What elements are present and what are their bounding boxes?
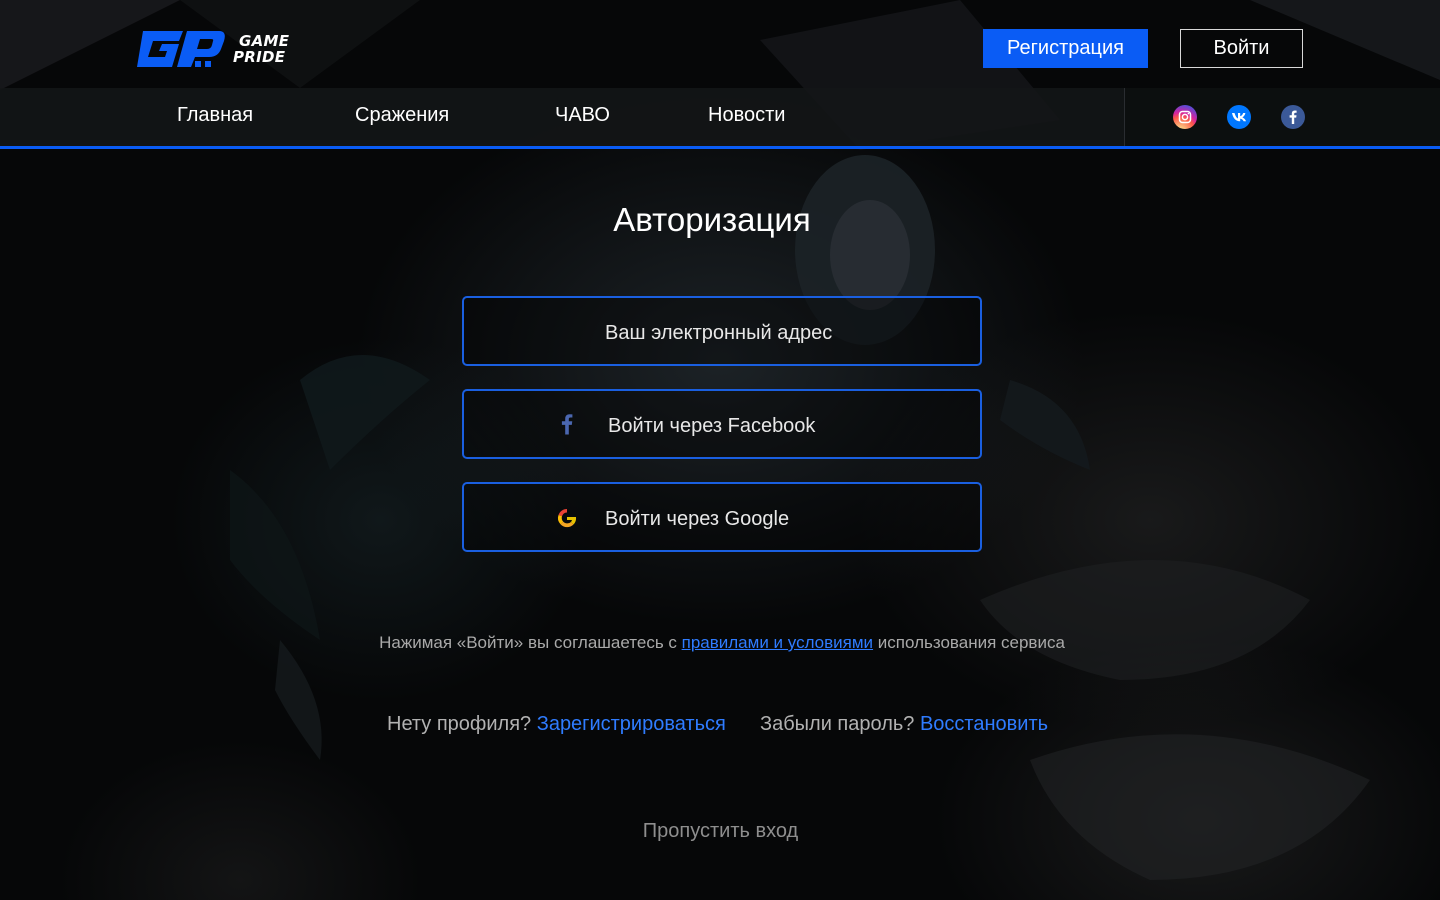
nav-item-home[interactable]: Главная	[177, 104, 253, 127]
terms-notice: Нажимая «Войти» вы соглашаетесь с правил…	[0, 633, 1440, 653]
facebook-login-button[interactable]: Войти через Facebook	[462, 389, 982, 459]
facebook-login-label: Войти через Facebook	[608, 415, 816, 437]
forgot-password-text: Забыли пароль?	[760, 713, 920, 735]
logo-text-pride: PRIDE	[233, 48, 286, 66]
google-icon	[556, 507, 578, 535]
social-links	[1124, 88, 1440, 146]
facebook-icon	[561, 413, 573, 441]
terms-text-before: Нажимая «Войти» вы соглашаетесь с	[379, 633, 682, 652]
email-field[interactable]: Ваш электронный адрес	[462, 296, 982, 366]
register-prompt: Нету профиля? Зарегистрироваться	[387, 713, 726, 736]
register-button[interactable]: Регистрация	[983, 29, 1148, 68]
google-login-button[interactable]: Войти через Google	[462, 482, 982, 552]
skip-login-link[interactable]: Пропустить вход	[0, 820, 1440, 843]
nav-item-faq[interactable]: ЧАВО	[555, 104, 610, 127]
forgot-password-prompt: Забыли пароль? Восстановить	[760, 713, 1048, 736]
google-login-label: Войти через Google	[605, 508, 790, 530]
main-nav: Главная Сражения ЧАВО Новости	[0, 88, 1440, 149]
facebook-icon[interactable]	[1281, 105, 1305, 129]
instagram-icon[interactable]	[1173, 105, 1197, 129]
email-field-placeholder: Ваш электронный адрес	[605, 322, 833, 344]
terms-link[interactable]: правилами и условиями	[682, 633, 873, 652]
nav-item-battles[interactable]: Сражения	[355, 104, 449, 127]
restore-password-link[interactable]: Восстановить	[920, 713, 1048, 735]
terms-text-after: использования сервиса	[873, 633, 1065, 652]
no-profile-text: Нету профиля?	[387, 713, 537, 735]
login-button[interactable]: Войти	[1180, 29, 1303, 68]
register-link[interactable]: Зарегистрироваться	[537, 713, 726, 735]
logo-text-game: GAME	[239, 32, 290, 50]
page: GAME PRIDE Регистрация Войти Главная Сра…	[0, 0, 1440, 900]
vk-icon[interactable]	[1227, 105, 1251, 129]
nav-item-news[interactable]: Новости	[708, 104, 785, 127]
auth-title: Авторизация	[613, 201, 811, 238]
logo-text: GAME PRIDE	[233, 33, 289, 65]
